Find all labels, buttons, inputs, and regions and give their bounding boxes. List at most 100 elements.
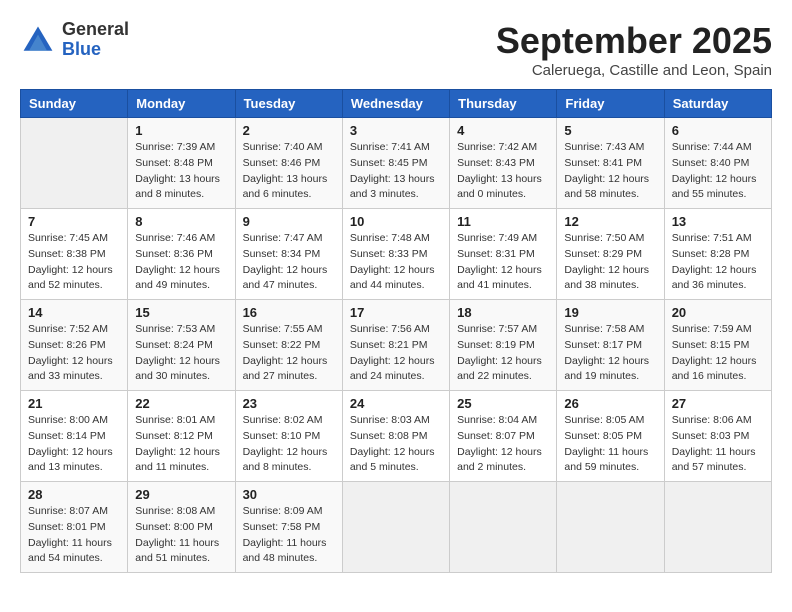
calendar-cell (557, 482, 664, 573)
calendar-cell: 9 Sunrise: 7:47 AM Sunset: 8:34 PM Daylig… (235, 209, 342, 300)
weekday-header: Sunday (21, 90, 128, 118)
weekday-header: Monday (128, 90, 235, 118)
day-info: Sunrise: 7:39 AM Sunset: 8:48 PM Dayligh… (135, 140, 227, 203)
day-info: Sunrise: 7:57 AM Sunset: 8:19 PM Dayligh… (457, 322, 549, 385)
day-number: 11 (457, 214, 549, 229)
day-number: 19 (564, 305, 656, 320)
calendar-cell (342, 482, 449, 573)
calendar-cell: 18 Sunrise: 7:57 AM Sunset: 8:19 PM Dayli… (450, 300, 557, 391)
calendar-cell: 27 Sunrise: 8:06 AM Sunset: 8:03 PM Dayli… (664, 391, 771, 482)
day-info: Sunrise: 7:47 AM Sunset: 8:34 PM Dayligh… (243, 231, 335, 294)
day-number: 21 (28, 396, 120, 411)
day-number: 9 (243, 214, 335, 229)
day-info: Sunrise: 7:49 AM Sunset: 8:31 PM Dayligh… (457, 231, 549, 294)
day-number: 27 (672, 396, 764, 411)
day-number: 18 (457, 305, 549, 320)
day-info: Sunrise: 8:06 AM Sunset: 8:03 PM Dayligh… (672, 413, 764, 476)
weekday-header: Saturday (664, 90, 771, 118)
calendar-cell: 15Sunrise: 7:53 AM Sunset: 8:24 PM Dayli… (128, 300, 235, 391)
calendar-cell: 12 Sunrise: 7:50 AM Sunset: 8:29 PM Dayli… (557, 209, 664, 300)
day-number: 22 (135, 396, 227, 411)
day-info: Sunrise: 7:58 AM Sunset: 8:17 PM Dayligh… (564, 322, 656, 385)
calendar-cell: 8 Sunrise: 7:46 AM Sunset: 8:36 PM Daylig… (128, 209, 235, 300)
calendar-week-row: 1 Sunrise: 7:39 AM Sunset: 8:48 PM Daylig… (21, 118, 772, 209)
calendar-cell: 23 Sunrise: 8:02 AM Sunset: 8:10 PM Dayli… (235, 391, 342, 482)
calendar-week-row: 14Sunrise: 7:52 AM Sunset: 8:26 PM Dayli… (21, 300, 772, 391)
day-number: 23 (243, 396, 335, 411)
day-number: 10 (350, 214, 442, 229)
calendar-cell: 10 Sunrise: 7:48 AM Sunset: 8:33 PM Dayli… (342, 209, 449, 300)
calendar-cell: 22 Sunrise: 8:01 AM Sunset: 8:12 PM Dayli… (128, 391, 235, 482)
day-number: 20 (672, 305, 764, 320)
weekday-header: Thursday (450, 90, 557, 118)
calendar-week-row: 28Sunrise: 8:07 AM Sunset: 8:01 PM Dayli… (21, 482, 772, 573)
day-info: Sunrise: 7:50 AM Sunset: 8:29 PM Dayligh… (564, 231, 656, 294)
weekday-header: Friday (557, 90, 664, 118)
calendar-cell (450, 482, 557, 573)
day-number: 24 (350, 396, 442, 411)
calendar-cell: 13 Sunrise: 7:51 AM Sunset: 8:28 PM Dayli… (664, 209, 771, 300)
calendar-cell (21, 118, 128, 209)
day-info: Sunrise: 8:07 AM Sunset: 8:01 PM Dayligh… (28, 504, 120, 567)
weekday-header: Wednesday (342, 90, 449, 118)
day-number: 8 (135, 214, 227, 229)
calendar-table: SundayMondayTuesdayWednesdayThursdayFrid… (20, 89, 772, 573)
calendar-cell: 19 Sunrise: 7:58 AM Sunset: 8:17 PM Dayli… (557, 300, 664, 391)
calendar-cell (664, 482, 771, 573)
title-block: September 2025 Caleruega, Castille and L… (496, 20, 772, 79)
day-info: Sunrise: 8:02 AM Sunset: 8:10 PM Dayligh… (243, 413, 335, 476)
day-info: Sunrise: 7:43 AM Sunset: 8:41 PM Dayligh… (564, 140, 656, 203)
day-info: Sunrise: 7:42 AM Sunset: 8:43 PM Dayligh… (457, 140, 549, 203)
logo-text: General Blue (62, 20, 129, 60)
calendar-cell: 21 Sunrise: 8:00 AM Sunset: 8:14 PM Dayli… (21, 391, 128, 482)
calendar-week-row: 21 Sunrise: 8:00 AM Sunset: 8:14 PM Dayli… (21, 391, 772, 482)
day-info: Sunrise: 7:44 AM Sunset: 8:40 PM Dayligh… (672, 140, 764, 203)
calendar-cell: 30Sunrise: 8:09 AM Sunset: 7:58 PM Dayli… (235, 482, 342, 573)
day-info: Sunrise: 7:41 AM Sunset: 8:45 PM Dayligh… (350, 140, 442, 203)
day-info: Sunrise: 7:48 AM Sunset: 8:33 PM Dayligh… (350, 231, 442, 294)
calendar-cell: 2Sunrise: 7:40 AM Sunset: 8:46 PM Daylig… (235, 118, 342, 209)
day-number: 15 (135, 305, 227, 320)
day-number: 17 (350, 305, 442, 320)
calendar-cell: 28Sunrise: 8:07 AM Sunset: 8:01 PM Dayli… (21, 482, 128, 573)
calendar-cell: 26 Sunrise: 8:05 AM Sunset: 8:05 PM Dayli… (557, 391, 664, 482)
day-number: 6 (672, 123, 764, 138)
day-number: 4 (457, 123, 549, 138)
day-info: Sunrise: 7:46 AM Sunset: 8:36 PM Dayligh… (135, 231, 227, 294)
logo-icon (20, 22, 56, 58)
calendar-cell: 6 Sunrise: 7:44 AM Sunset: 8:40 PM Daylig… (664, 118, 771, 209)
calendar-cell: 29Sunrise: 8:08 AM Sunset: 8:00 PM Dayli… (128, 482, 235, 573)
day-number: 12 (564, 214, 656, 229)
day-info: Sunrise: 8:08 AM Sunset: 8:00 PM Dayligh… (135, 504, 227, 567)
day-info: Sunrise: 7:51 AM Sunset: 8:28 PM Dayligh… (672, 231, 764, 294)
day-number: 1 (135, 123, 227, 138)
weekday-header: Tuesday (235, 90, 342, 118)
weekday-header-row: SundayMondayTuesdayWednesdayThursdayFrid… (21, 90, 772, 118)
logo: General Blue (20, 20, 129, 60)
day-info: Sunrise: 7:56 AM Sunset: 8:21 PM Dayligh… (350, 322, 442, 385)
day-number: 14 (28, 305, 120, 320)
calendar-cell: 17 Sunrise: 7:56 AM Sunset: 8:21 PM Dayli… (342, 300, 449, 391)
day-number: 5 (564, 123, 656, 138)
day-info: Sunrise: 7:59 AM Sunset: 8:15 PM Dayligh… (672, 322, 764, 385)
day-info: Sunrise: 8:03 AM Sunset: 8:08 PM Dayligh… (350, 413, 442, 476)
location-subtitle: Caleruega, Castille and Leon, Spain (496, 62, 772, 79)
calendar-cell: 3 Sunrise: 7:41 AM Sunset: 8:45 PM Daylig… (342, 118, 449, 209)
calendar-cell: 5 Sunrise: 7:43 AM Sunset: 8:41 PM Daylig… (557, 118, 664, 209)
month-title: September 2025 (496, 20, 772, 62)
calendar-cell: 20 Sunrise: 7:59 AM Sunset: 8:15 PM Dayli… (664, 300, 771, 391)
day-number: 26 (564, 396, 656, 411)
day-info: Sunrise: 7:45 AM Sunset: 8:38 PM Dayligh… (28, 231, 120, 294)
day-info: Sunrise: 8:01 AM Sunset: 8:12 PM Dayligh… (135, 413, 227, 476)
day-number: 3 (350, 123, 442, 138)
day-number: 30 (243, 487, 335, 502)
day-number: 13 (672, 214, 764, 229)
day-number: 2 (243, 123, 335, 138)
day-number: 7 (28, 214, 120, 229)
day-info: Sunrise: 7:55 AM Sunset: 8:22 PM Dayligh… (243, 322, 335, 385)
calendar-cell: 25Sunrise: 8:04 AM Sunset: 8:07 PM Dayli… (450, 391, 557, 482)
day-info: Sunrise: 8:00 AM Sunset: 8:14 PM Dayligh… (28, 413, 120, 476)
page-header: General Blue September 2025 Caleruega, C… (20, 20, 772, 79)
day-info: Sunrise: 8:05 AM Sunset: 8:05 PM Dayligh… (564, 413, 656, 476)
calendar-cell: 24 Sunrise: 8:03 AM Sunset: 8:08 PM Dayli… (342, 391, 449, 482)
